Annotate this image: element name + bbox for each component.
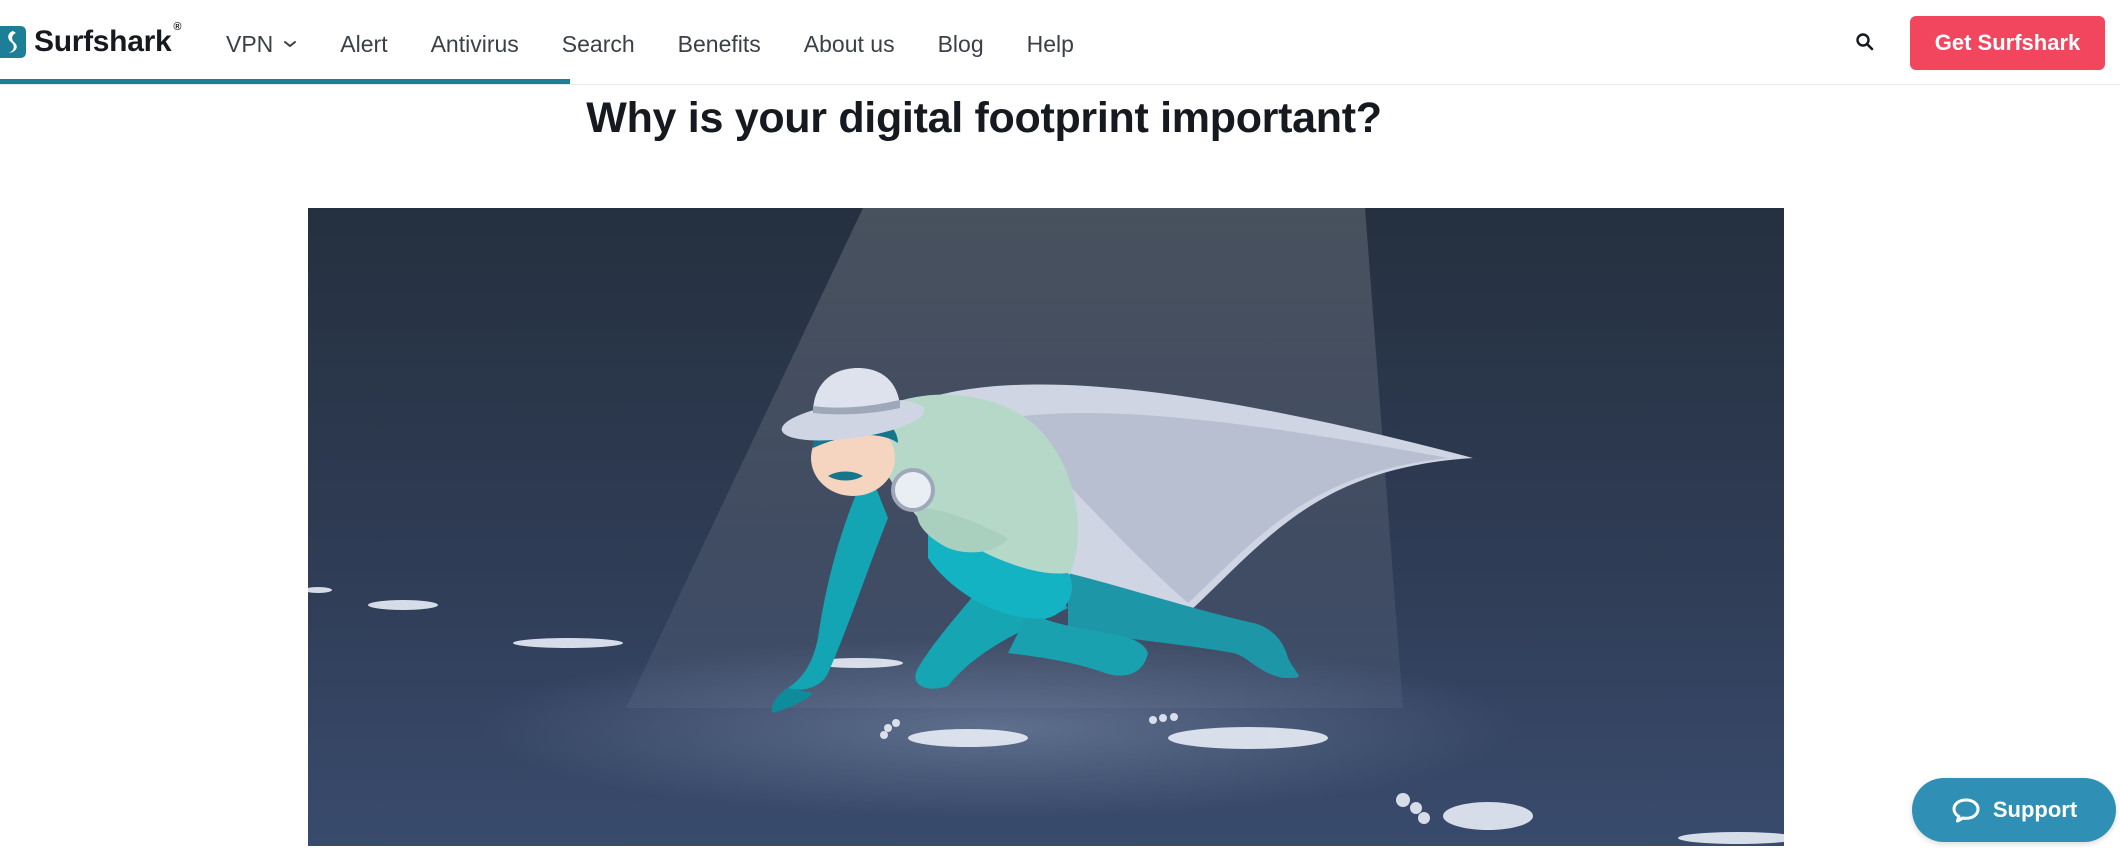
nav-item-help[interactable]: Help (1027, 24, 1074, 64)
support-button-label: Support (1992, 797, 2078, 822)
page: Surfshark ® VPN Alert Antivirus Search Be… (0, 0, 2120, 848)
reading-progress-bar (0, 79, 570, 84)
detective-illustration (308, 208, 1784, 846)
nav-item-benefits[interactable]: Benefits (678, 24, 761, 64)
nav-item-search[interactable]: Search (562, 24, 635, 64)
nav-item-alert[interactable]: Alert (340, 24, 387, 64)
main-nav: VPN Alert Antivirus Search Benefits Abou… (226, 24, 1117, 64)
article-heading: Why is your digital footprint important? (586, 94, 1382, 142)
get-surfshark-button[interactable]: Get Surfshark (1910, 16, 2105, 70)
nav-item-about-us[interactable]: About us (804, 24, 895, 64)
logo-wordmark: Surfshark ® (34, 21, 182, 58)
detective-illustration-art (308, 208, 1784, 846)
site-header: Surfshark ® VPN Alert Antivirus Search Be… (0, 0, 2120, 85)
surfshark-logo-icon (0, 26, 26, 58)
nav-item-antivirus[interactable]: Antivirus (431, 24, 519, 64)
nav-item-blog[interactable]: Blog (938, 24, 984, 64)
support-button[interactable]: Support (1912, 778, 2116, 842)
surfshark-logo[interactable]: Surfshark ® (0, 18, 181, 66)
registered-mark: ® (173, 21, 182, 33)
search-icon[interactable] (1855, 32, 1875, 52)
nav-item-vpn[interactable]: VPN (226, 24, 297, 64)
chevron-down-icon (284, 41, 297, 47)
chat-bubble-icon (1952, 798, 1980, 823)
nav-item-vpn-label: VPN (226, 30, 274, 57)
